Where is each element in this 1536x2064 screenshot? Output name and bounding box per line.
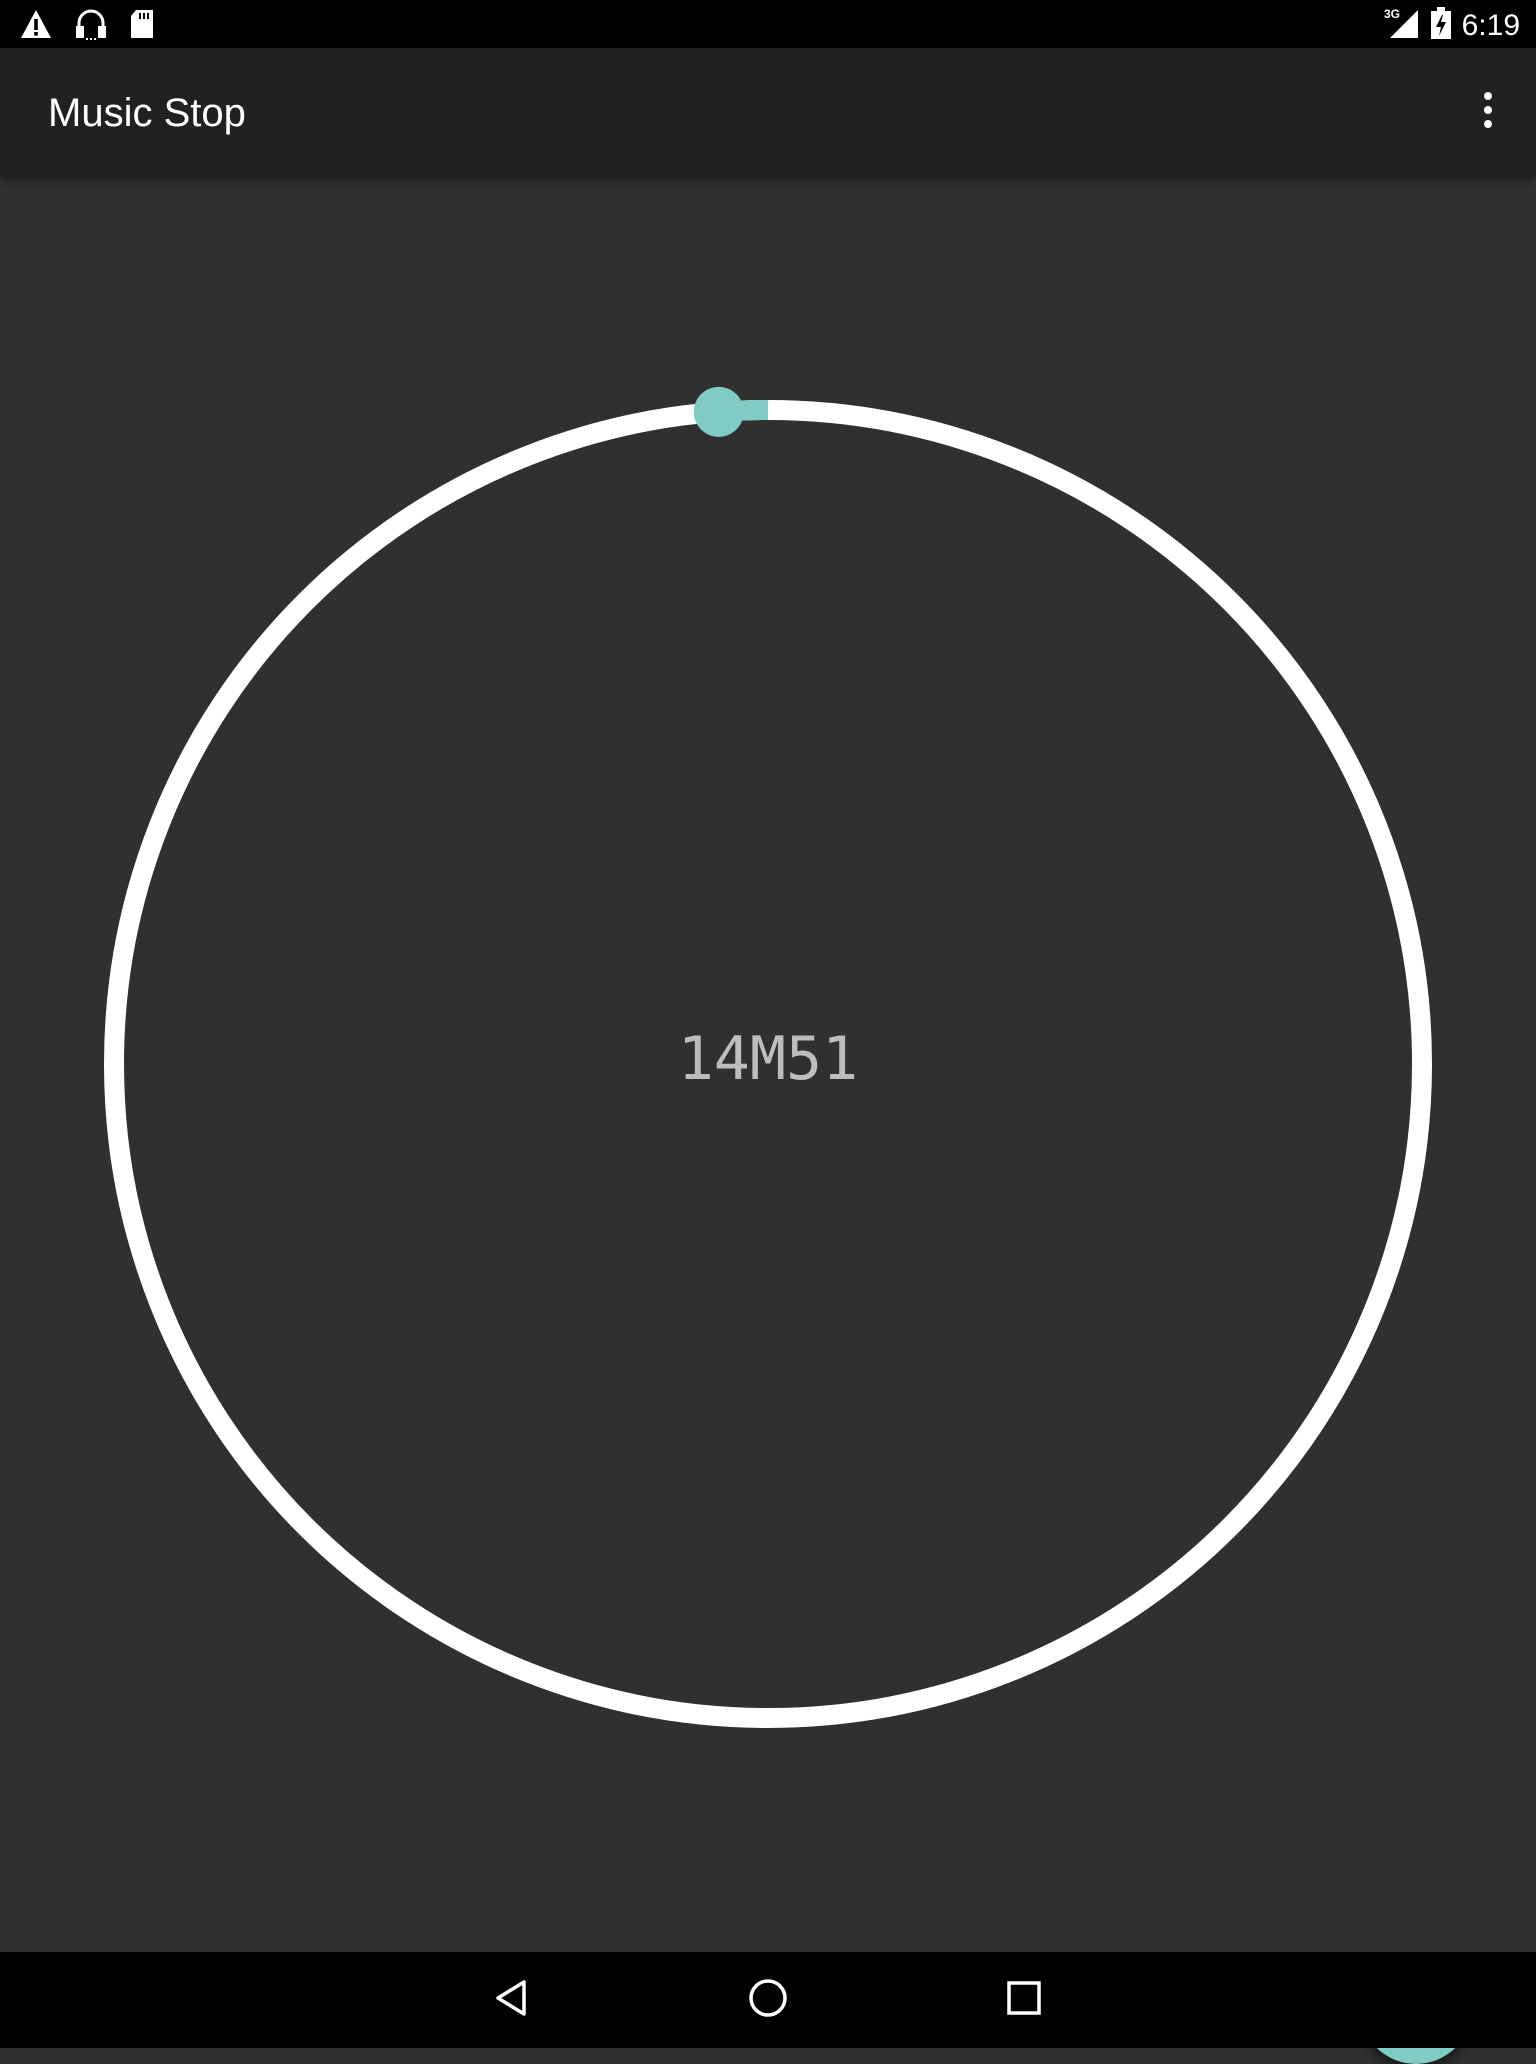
timer-thumb-handle[interactable] [693,386,744,437]
status-bar: 3G 6:19 [0,0,1536,48]
clock: 6:19 [1461,8,1520,42]
back-icon [492,1978,532,2023]
more-vert-icon [1482,90,1494,135]
network-type-label: 3G [1384,7,1400,21]
signal-icon: 3G [1384,6,1420,45]
recents-button[interactable] [996,1972,1052,2028]
warning-icon [20,9,52,44]
overflow-menu-button[interactable] [1460,84,1516,140]
app-title: Music Stop [48,91,246,135]
home-icon [747,1977,789,2024]
battery-charging-icon [1430,6,1452,45]
main-content: 14M51 [0,176,1536,2064]
app-bar: Music Stop [0,48,1536,176]
sd-card-icon [130,9,154,44]
home-button[interactable] [740,1972,796,2028]
headset-icon [74,8,108,45]
navigation-bar [0,1952,1536,2048]
timer-display: 14M51 [677,1024,859,1094]
recents-icon [1004,1978,1044,2023]
back-button[interactable] [484,1972,540,2028]
